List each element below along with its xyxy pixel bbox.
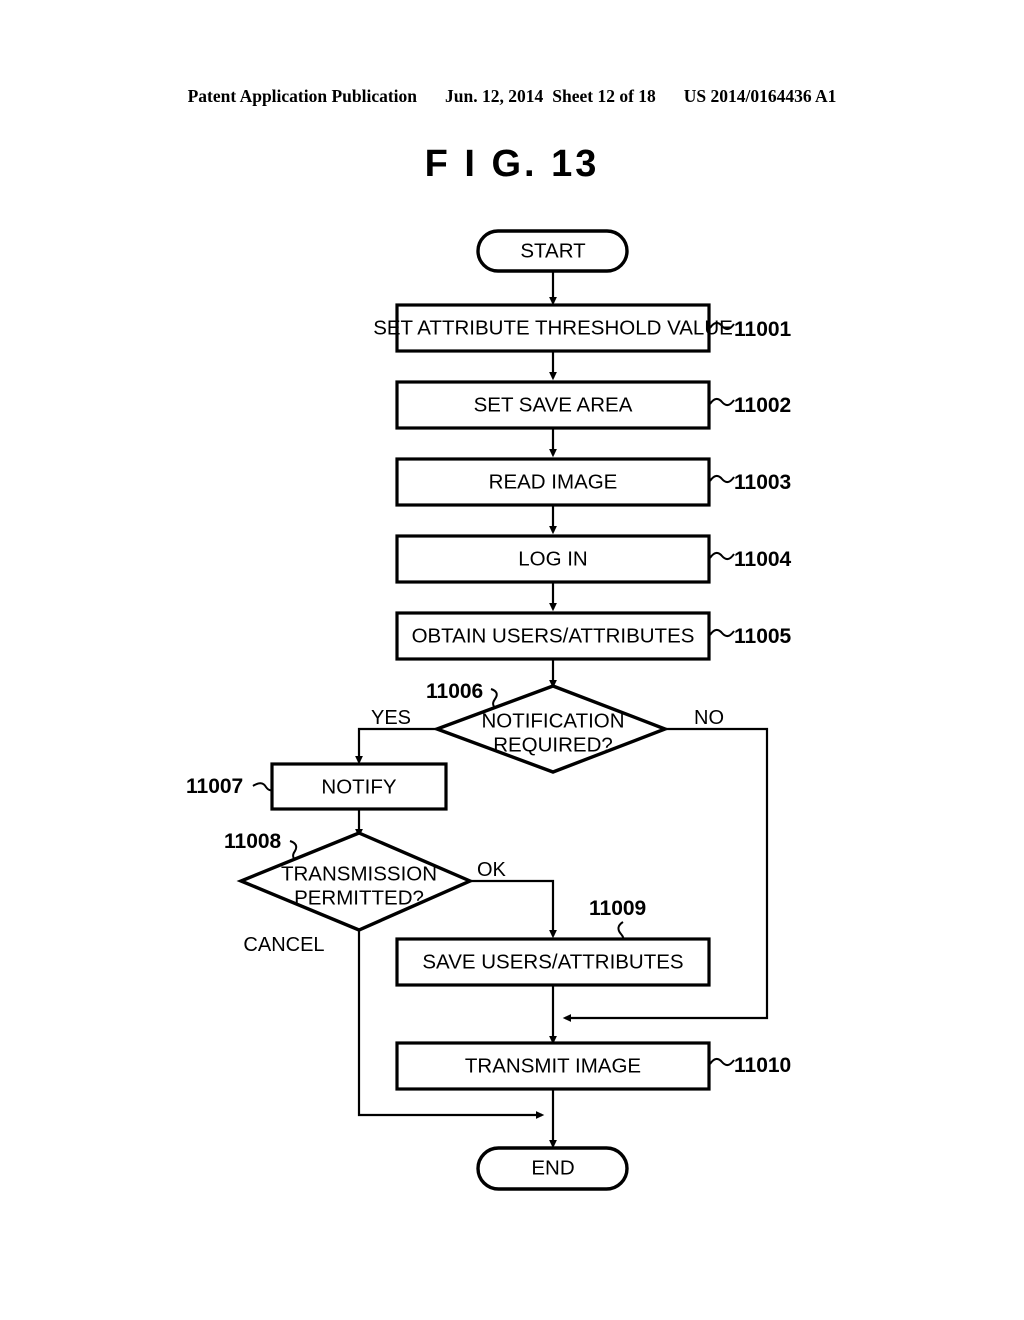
leader-11010 [709, 1058, 735, 1066]
flowchart-diagram: START SET ATTRIBUTE THRESHOLD VALUE 1100… [186, 229, 792, 1191]
branch-label-cancel: CANCEL [243, 934, 324, 956]
branch-label-no: NO [694, 707, 724, 729]
node-11004-label: LOG IN [518, 547, 588, 570]
node-start-label: START [520, 239, 586, 262]
leader-11005 [709, 629, 735, 637]
node-11005-label: OBTAIN USERS/ATTRIBUTES [412, 624, 695, 647]
ref-11007: 11007 [186, 775, 243, 798]
ref-11005: 11005 [734, 625, 792, 648]
node-11007-label: NOTIFY [321, 775, 396, 798]
leader-11004 [709, 552, 735, 560]
node-end-label: END [531, 1156, 574, 1179]
node-11006-label-line2: REQUIRED? [493, 733, 613, 756]
ref-11004: 11004 [734, 548, 792, 571]
node-11003-label: READ IMAGE [489, 470, 618, 493]
branch-label-ok: OK [477, 859, 507, 881]
node-11001-label: SET ATTRIBUTE THRESHOLD VALUE [373, 316, 733, 339]
connector-11008-ok-to-save [470, 879, 557, 939]
node-11002-label: SET SAVE AREA [474, 393, 633, 416]
patent-figure-page: Patent Application Publication Jun. 12, 2… [0, 0, 1024, 1320]
ref-11010: 11010 [734, 1054, 791, 1077]
node-11006-label-line1: NOTIFICATION [481, 709, 624, 732]
ref-11008: 11008 [224, 830, 282, 853]
ref-11006: 11006 [426, 680, 483, 703]
ref-11002: 11002 [734, 394, 791, 417]
leader-11002 [709, 398, 735, 406]
node-11010-label: TRANSMIT IMAGE [465, 1054, 641, 1077]
node-11008-label-line2: PERMITTED? [294, 886, 424, 909]
node-11008-label-line1: TRANSMISSION [281, 862, 437, 885]
node-11009-label: SAVE USERS/ATTRIBUTES [422, 950, 683, 973]
ref-11009: 11009 [589, 897, 646, 920]
ref-11003: 11003 [734, 471, 791, 494]
branch-label-yes: YES [371, 707, 411, 729]
connector-11006-yes-to-notify [355, 727, 437, 765]
leader-11003 [709, 475, 735, 483]
ref-11001: 11001 [734, 318, 792, 341]
